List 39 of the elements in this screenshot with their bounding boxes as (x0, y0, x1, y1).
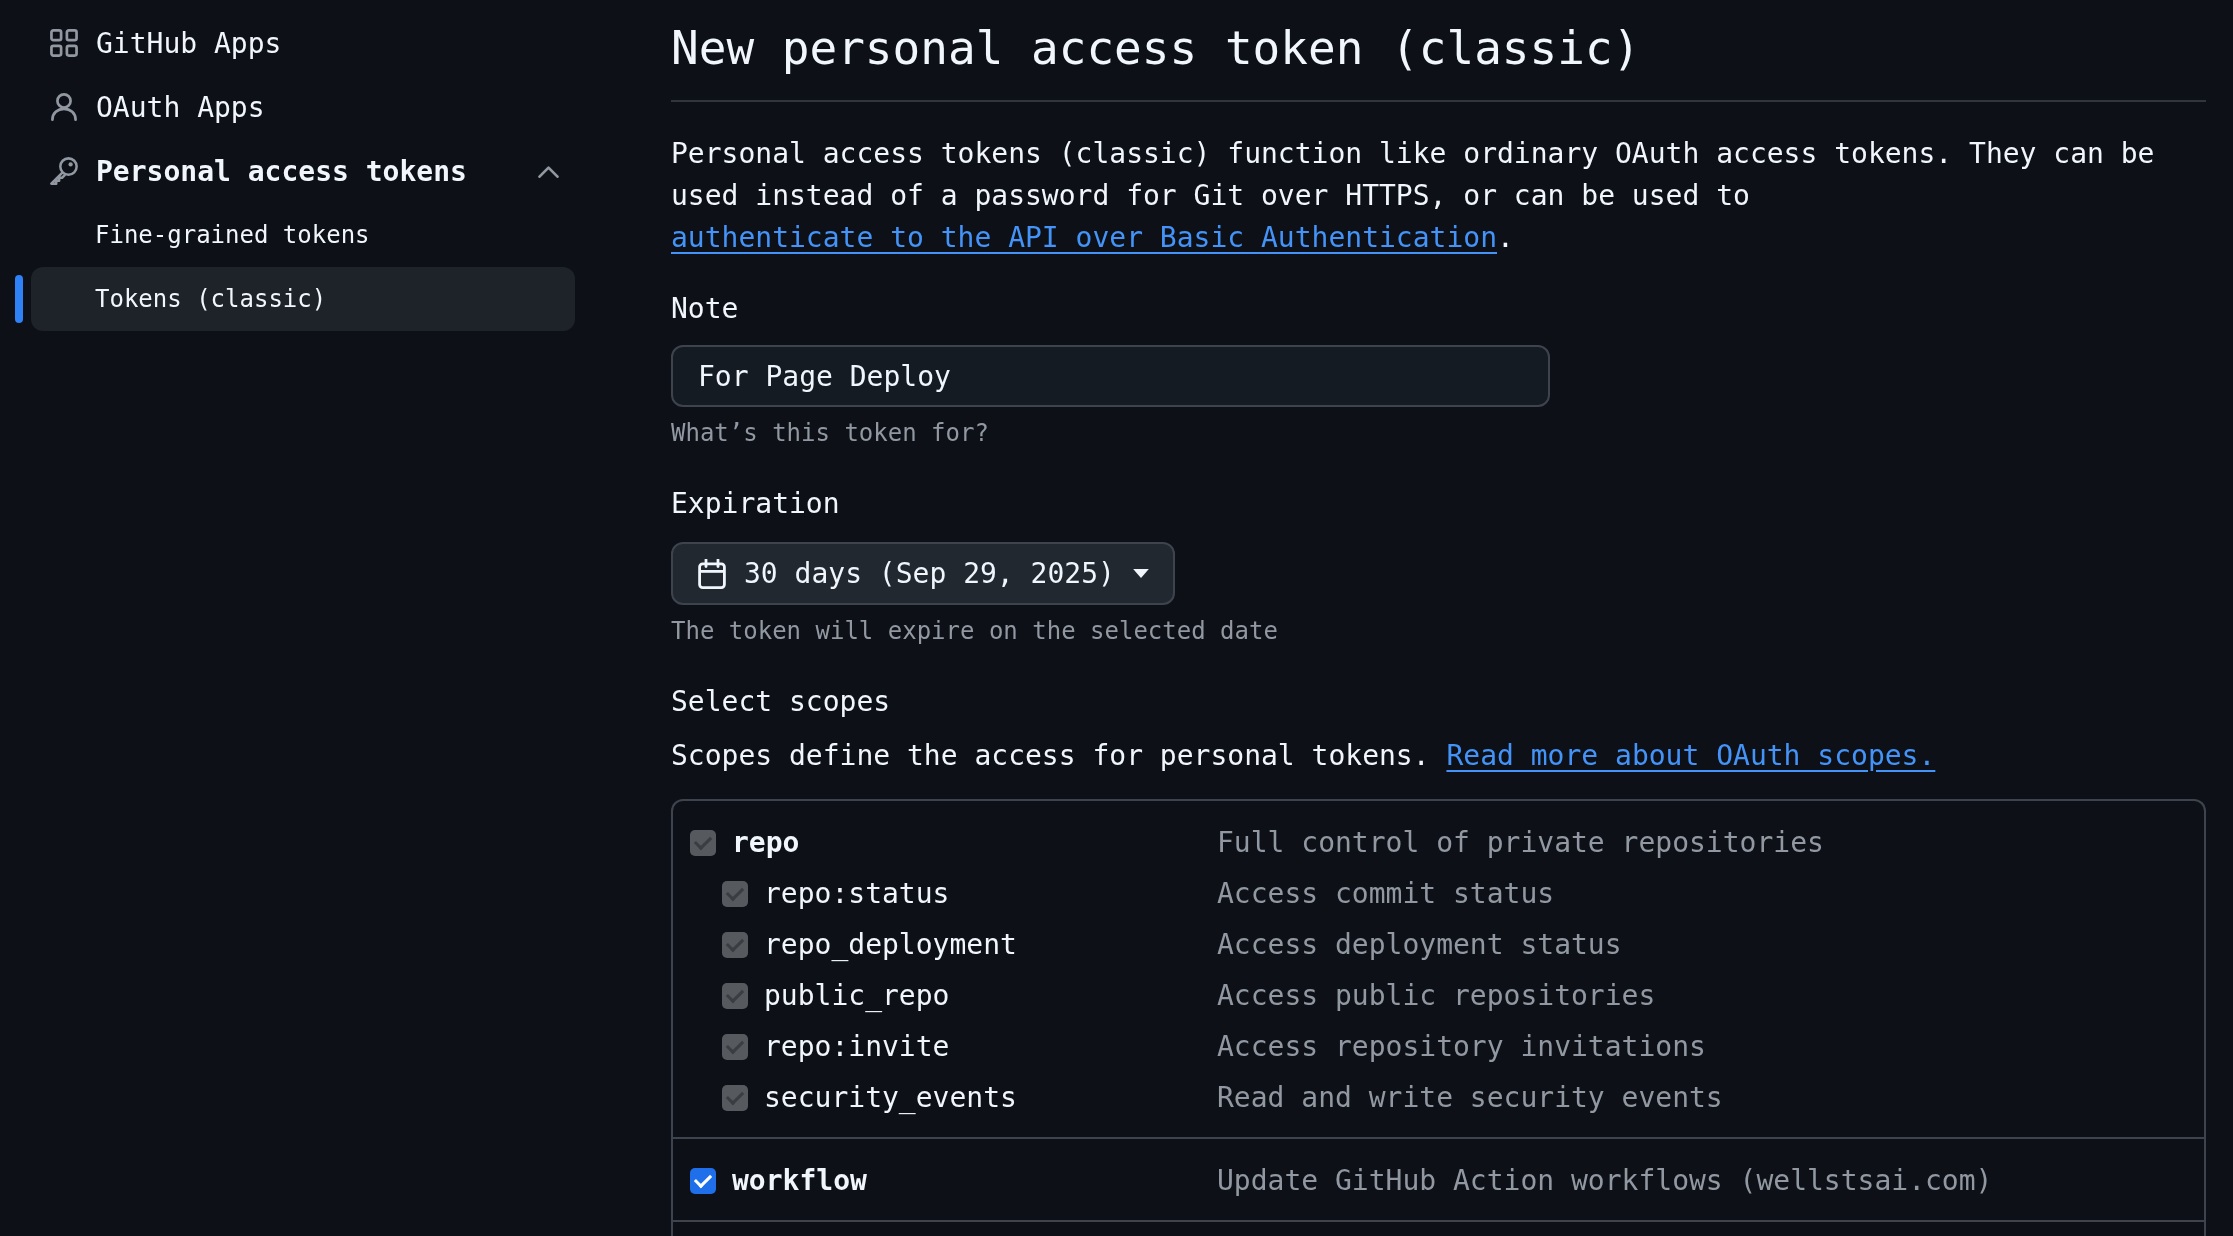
scope-description: Update GitHub Action workflows (wellstsai.com) (1217, 1162, 1993, 1199)
sidebar-item[interactable]: Fine-grained tokens (31, 203, 575, 267)
scope-description: Access public repositories (1217, 977, 1656, 1014)
scope-name: repo_deployment (764, 926, 1017, 963)
caret-icon (1132, 569, 1149, 578)
selection-indicator (15, 275, 23, 323)
grid-icon (50, 29, 78, 57)
sidebar-item[interactable]: OAuth Apps (31, 75, 575, 139)
scope-name: repo:invite (764, 1028, 950, 1065)
field-label: Select scopes (671, 684, 891, 720)
calendar-icon (698, 558, 726, 589)
intro-text: Personal access tokens (classic) function like ordinary OAuth access tokens. They can be used instead of a password for Git over HTTPS, or can be used to authenticate to the API over Basic Authentication. (671, 136, 2156, 256)
scope-description: Access repository invitations (1217, 1028, 1706, 1065)
chevron-icon[interactable] (538, 164, 559, 178)
checkbox[interactable] (690, 1167, 716, 1194)
scope-name: public_repo (764, 977, 950, 1014)
page-title: New personal access token (classic) (671, 19, 2206, 102)
expiration-dropdown[interactable]: 30 days (Sep 29, 2025) (671, 542, 1175, 605)
oauth-scopes-link[interactable]: Read more about OAuth scopes. (1446, 739, 1936, 772)
scope-name: workflow (732, 1162, 867, 1199)
field-hint: What’s this token for? (671, 418, 989, 449)
scope-description: Access commit status (1217, 875, 1555, 912)
scopes-description: Scopes define the access for personal tokens. Read more about OAuth scopes. (671, 738, 1936, 774)
sidebar-item[interactable]: Personal access tokens (31, 139, 575, 203)
scope-name: repo (732, 824, 800, 861)
scope-name: security_events (764, 1079, 1017, 1116)
scope-description: Access deployment status (1217, 926, 1622, 963)
scope-description: Full control of private repositories (1217, 824, 1824, 861)
api-auth-link[interactable]: authenticate to the API over Basic Authentication (671, 221, 1497, 254)
key-icon (50, 157, 78, 185)
note-field[interactable]: For Page Deploy (671, 345, 1550, 407)
field-label: Expiration (671, 486, 840, 522)
sidebar-item[interactable]: GitHub Apps (31, 11, 575, 75)
field-label: Note (671, 291, 739, 327)
field-hint: The token will expire on the selected date (671, 616, 1278, 647)
sidebar-item[interactable]: Tokens (classic) (31, 267, 575, 331)
scope-description: Read and write security events (1217, 1079, 1723, 1116)
scope-name: repo:status (764, 875, 950, 912)
person-icon (50, 93, 78, 121)
